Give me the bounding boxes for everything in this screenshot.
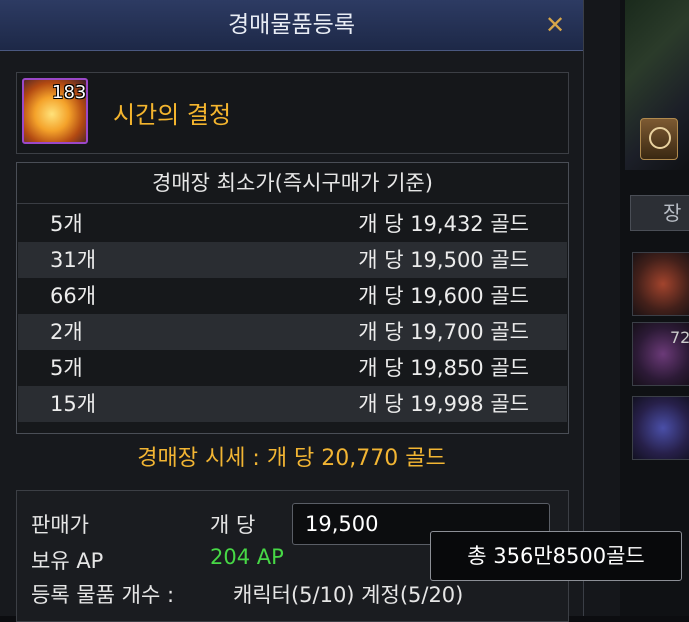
row-quantity: 2개 <box>50 320 83 344</box>
background-badge: 72 <box>670 328 689 347</box>
item-count: 183 <box>52 82 87 103</box>
dialog-title: 경매물품등록 <box>228 12 355 38</box>
row-price: 개 당 19,850 골드 <box>358 356 529 380</box>
ap-label: 보유 AP <box>31 549 104 573</box>
row-price: 개 당 19,500 골드 <box>358 248 529 272</box>
dialog-titlebar[interactable]: 경매물품등록 ✕ <box>0 0 583 51</box>
coin-icon <box>649 127 671 149</box>
row-quantity: 66개 <box>50 284 97 308</box>
background-item-slot[interactable] <box>632 252 689 316</box>
row-quantity: 31개 <box>50 248 97 272</box>
sell-price-label: 판매가 <box>31 513 89 537</box>
background-strip <box>583 0 620 616</box>
row-quantity: 5개 <box>50 356 83 380</box>
item-name: 시간의 결정 <box>113 101 232 129</box>
close-icon[interactable]: ✕ <box>540 8 570 42</box>
background-shop-button[interactable] <box>640 118 678 160</box>
time-crystal-icon[interactable]: 183 <box>22 78 88 144</box>
per-unit-label: 개 당 <box>210 513 256 537</box>
background-tab[interactable]: 장 <box>630 195 689 231</box>
row-price: 개 당 19,432 골드 <box>358 212 529 236</box>
table-header: 경매장 최소가(즉시구매가 기준) <box>17 163 568 204</box>
row-quantity: 5개 <box>50 212 83 236</box>
total-price-tooltip: 총 356만8500골드 <box>430 531 682 581</box>
row-quantity: 15개 <box>50 392 97 416</box>
table-row: 5개 개 당 19,432 골드 <box>18 206 567 242</box>
row-price: 개 당 19,998 골드 <box>358 392 529 416</box>
register-count-value: 캐릭터(5/10) 계정(5/20) <box>233 583 464 607</box>
row-price: 개 당 19,700 골드 <box>358 320 529 344</box>
table-row: 2개 개 당 19,700 골드 <box>18 314 567 350</box>
table-row: 31개 개 당 19,500 골드 <box>18 242 567 278</box>
table-row: 15개 개 당 19,998 골드 <box>18 386 567 422</box>
table-row: 5개 개 당 19,850 골드 <box>18 350 567 386</box>
table-row: 66개 개 당 19,600 골드 <box>18 278 567 314</box>
lowest-price-table: 경매장 최소가(즉시구매가 기준) 5개 개 당 19,432 골드 31개 개… <box>16 162 569 434</box>
market-price: 경매장 시세 : 개 당 20,770 골드 <box>137 446 446 471</box>
row-price: 개 당 19,600 골드 <box>358 284 529 308</box>
ap-value: 204 AP <box>210 545 284 569</box>
register-count-label: 등록 물품 개수 : <box>31 583 175 607</box>
background-item-slot[interactable] <box>632 396 689 460</box>
auction-register-dialog: 경매물품등록 ✕ 183 시간의 결정 경매장 최소가(즉시구매가 기준) 5개… <box>0 0 584 622</box>
item-slot: 183 시간의 결정 <box>16 72 569 154</box>
